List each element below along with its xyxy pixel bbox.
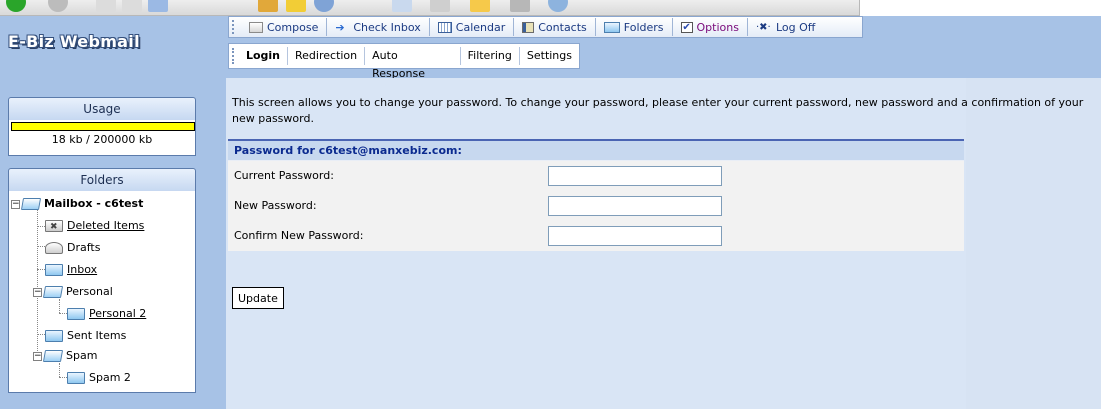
folder-deleted-items[interactable]: Deleted Items bbox=[45, 217, 144, 236]
folder-label[interactable]: Personal bbox=[66, 283, 113, 301]
confirm-password-row: Confirm New Password: bbox=[228, 221, 964, 251]
confirm-password-field[interactable] bbox=[548, 226, 722, 246]
folder-inbox[interactable]: Inbox bbox=[45, 261, 97, 279]
form-title: Password for c6test@manxebiz.com: bbox=[228, 141, 964, 161]
main-nav: Compose ➔ Check Inbox Calendar Contacts … bbox=[228, 16, 863, 38]
trash-folder-icon bbox=[45, 218, 63, 236]
confirm-password-label: Confirm New Password: bbox=[234, 229, 364, 242]
nav-contacts[interactable]: Contacts bbox=[514, 18, 596, 36]
folder-icon bbox=[603, 21, 620, 33]
toolbar-grip bbox=[232, 20, 236, 34]
update-button[interactable]: Update bbox=[232, 287, 284, 309]
history-icon[interactable] bbox=[314, 0, 334, 12]
folder-label: Mailbox - c6test bbox=[44, 197, 144, 210]
browser-toolbar bbox=[0, 0, 1101, 16]
usage-text: 18 kb / 200000 kb bbox=[51, 133, 153, 146]
collapse-icon[interactable]: − bbox=[33, 287, 42, 297]
arrow-right-icon: ➔ bbox=[335, 20, 345, 34]
toolbar-grip bbox=[232, 48, 236, 64]
log-off-icon: ·✖· bbox=[755, 21, 771, 33]
folder-sent-items[interactable]: Sent Items bbox=[45, 327, 126, 345]
tab-login[interactable]: Login bbox=[239, 47, 289, 65]
new-password-row: New Password: bbox=[228, 191, 964, 221]
folder-icon bbox=[45, 330, 63, 342]
usage-bar bbox=[11, 122, 195, 131]
nav-folders[interactable]: Folders bbox=[596, 18, 673, 36]
folder-icon bbox=[67, 372, 85, 384]
folder-personal[interactable]: − Personal bbox=[33, 283, 113, 301]
contacts-icon bbox=[522, 21, 535, 33]
collapse-icon[interactable]: − bbox=[33, 351, 42, 361]
forward-icon[interactable] bbox=[48, 0, 68, 12]
folder-label[interactable]: Deleted Items bbox=[67, 217, 144, 235]
mail-icon[interactable] bbox=[392, 0, 412, 12]
search-icon[interactable] bbox=[258, 0, 278, 12]
folder-icon bbox=[45, 264, 63, 276]
refresh-icon[interactable] bbox=[122, 0, 142, 12]
intro-text: This screen allows you to change your pa… bbox=[232, 96, 1084, 125]
browser-toolbar-bar bbox=[0, 0, 860, 16]
tab-redirection[interactable]: Redirection bbox=[288, 47, 366, 65]
edit-icon[interactable] bbox=[470, 0, 490, 12]
usage-header: Usage bbox=[8, 97, 196, 121]
tab-filtering[interactable]: Filtering bbox=[461, 47, 520, 65]
usage-panel: 18 kb / 200000 kb bbox=[8, 120, 196, 156]
app-logo: E-Biz Webmail bbox=[8, 32, 140, 51]
folder-spam-2[interactable]: Spam 2 bbox=[67, 369, 131, 387]
compose-icon bbox=[249, 21, 263, 33]
folder-label[interactable]: Sent Items bbox=[67, 327, 126, 345]
checkbox-icon: ✔ bbox=[680, 21, 693, 33]
messenger-icon[interactable] bbox=[548, 0, 568, 12]
password-form: Password for c6test@manxebiz.com: Curren… bbox=[228, 139, 964, 251]
folder-label[interactable]: Personal 2 bbox=[89, 305, 146, 323]
folder-label[interactable]: Drafts bbox=[67, 239, 100, 257]
folder-label[interactable]: Inbox bbox=[67, 261, 97, 279]
collapse-icon[interactable]: − bbox=[11, 199, 20, 209]
nav-compose[interactable]: Compose bbox=[241, 18, 328, 36]
calendar-icon bbox=[437, 21, 452, 33]
home-icon[interactable] bbox=[148, 0, 168, 12]
new-password-label: New Password: bbox=[234, 199, 317, 212]
discuss-icon[interactable] bbox=[510, 0, 530, 12]
favorites-icon[interactable] bbox=[286, 0, 306, 12]
current-password-field[interactable] bbox=[548, 166, 722, 186]
print-icon[interactable] bbox=[430, 0, 450, 12]
folder-open-icon bbox=[42, 350, 64, 362]
folder-drafts[interactable]: Drafts bbox=[45, 239, 100, 257]
options-subtabs: Login Redirection Auto Response Filterin… bbox=[228, 43, 580, 80]
stop-icon[interactable] bbox=[96, 0, 116, 12]
folders-header: Folders bbox=[8, 168, 196, 192]
folder-label[interactable]: Spam 2 bbox=[89, 369, 131, 387]
nav-check-inbox[interactable]: ➔ Check Inbox bbox=[327, 18, 430, 36]
folder-open-icon bbox=[20, 198, 42, 210]
tab-settings[interactable]: Settings bbox=[520, 47, 579, 65]
nav-options[interactable]: ✔ Options bbox=[673, 18, 748, 36]
folder-label[interactable]: Spam bbox=[66, 347, 97, 365]
nav-calendar[interactable]: Calendar bbox=[430, 18, 515, 36]
drafts-folder-icon bbox=[45, 242, 63, 254]
current-password-label: Current Password: bbox=[234, 169, 334, 182]
folder-icon bbox=[67, 308, 85, 320]
folder-spam[interactable]: − Spam bbox=[33, 347, 97, 365]
new-password-field[interactable] bbox=[548, 196, 722, 216]
folder-mailbox-root[interactable]: − Mailbox - c6test bbox=[11, 195, 143, 213]
folder-personal-2[interactable]: Personal 2 bbox=[67, 305, 146, 323]
current-password-row: Current Password: bbox=[228, 161, 964, 191]
nav-log-off[interactable]: ·✖· Log Off bbox=[748, 18, 823, 36]
tab-auto-response[interactable]: Auto Response bbox=[365, 47, 461, 80]
folder-open-icon bbox=[42, 286, 64, 298]
back-icon[interactable] bbox=[6, 0, 26, 12]
folder-tree: − Mailbox - c6test Deleted Items Drafts … bbox=[8, 191, 196, 393]
